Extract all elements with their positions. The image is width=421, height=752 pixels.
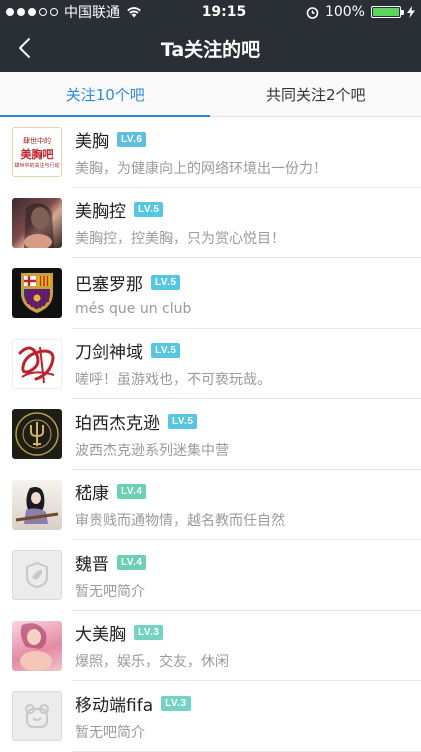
level-badge: LV.4 bbox=[117, 555, 146, 570]
sao-calligraphy-logo-icon bbox=[14, 341, 60, 387]
bar-description: 美胸，为健康向上的网络环境出一份力！ bbox=[75, 158, 327, 178]
top-bar: 中国联通 19:15 100% Ta关注的吧 bbox=[0, 0, 421, 72]
name-row: 珀西杰克逊 LV.5 bbox=[75, 409, 229, 434]
level-badge: LV.6 bbox=[117, 132, 146, 147]
avatar-placeholder bbox=[12, 691, 62, 741]
back-arrow-icon[interactable] bbox=[14, 36, 38, 60]
name-row: 巴塞罗那 LV.5 bbox=[75, 270, 191, 295]
trident-emblem-icon bbox=[13, 410, 61, 458]
list-item-weijin[interactable]: 魏晋 LV.4 暂无吧简介 bbox=[0, 540, 421, 611]
bar-name: 移动端fifa bbox=[75, 691, 153, 716]
item-info: 巴塞罗那 LV.5 més que un club bbox=[75, 270, 191, 317]
list-item-percy-jackson[interactable]: 珀西杰克逊 LV.5 波西杰克逊系列迷集中营 bbox=[0, 399, 421, 470]
level-badge: LV.5 bbox=[151, 343, 180, 358]
level-badge: LV.4 bbox=[117, 484, 146, 499]
status-bar: 中国联通 19:15 100% bbox=[0, 0, 421, 24]
name-row: 大美胸 LV.3 bbox=[75, 620, 229, 645]
list-item-meixiong[interactable]: 肆世中的 美胸吧 肆世中的关注与行动 美胸 LV.6 美胸，为健康向上的网络环境… bbox=[0, 117, 421, 188]
bar-name: 刀剑神域 bbox=[75, 338, 143, 363]
nav-bar: Ta关注的吧 bbox=[0, 24, 421, 72]
avatar-placeholder bbox=[12, 550, 62, 600]
avatar-sao-logo bbox=[12, 339, 62, 389]
bar-description: més que un club bbox=[75, 301, 191, 317]
name-row: 刀剑神域 LV.5 bbox=[75, 338, 271, 363]
name-row: 移动端fifa LV.3 bbox=[75, 691, 191, 716]
alarm-clock-icon bbox=[306, 6, 319, 19]
name-row: 美胸 LV.6 bbox=[75, 127, 327, 152]
bar-name: 大美胸 bbox=[75, 620, 126, 645]
bar-name: 巴塞罗那 bbox=[75, 270, 143, 295]
avatar-jikang bbox=[12, 480, 62, 530]
status-right: 100% bbox=[306, 4, 415, 20]
tab-common-following[interactable]: 共同关注2个吧 bbox=[211, 72, 421, 116]
name-row: 美胸控 LV.5 bbox=[75, 197, 285, 222]
status-left: 中国联通 bbox=[6, 2, 142, 22]
signal-strength-icon bbox=[6, 8, 58, 16]
list-item-jikang[interactable]: 嵇康 LV.4 审贵贱而通物情，越名教而任自然 bbox=[0, 470, 421, 541]
item-info: 刀剑神域 LV.5 嗟呼！虽游戏也，不可亵玩哉。 bbox=[75, 338, 271, 389]
avatar-barca-crest bbox=[12, 268, 62, 318]
avatar-text-main: 美胸吧 bbox=[21, 146, 54, 162]
name-row: 魏晋 LV.4 bbox=[75, 550, 146, 575]
bar-name: 嵇康 bbox=[75, 479, 109, 504]
item-info: 美胸 LV.6 美胸，为健康向上的网络环境出一份力！ bbox=[75, 127, 327, 178]
item-info: 美胸控 LV.5 美胸控，控美胸，只为赏心悦目！ bbox=[75, 197, 285, 248]
status-time: 19:15 bbox=[202, 4, 247, 20]
page-title: Ta关注的吧 bbox=[161, 35, 260, 62]
list-item-barcelona[interactable]: 巴塞罗那 LV.5 més que un club bbox=[0, 258, 421, 329]
list-item-dameixiong[interactable]: 大美胸 LV.3 爆照，娱乐，交友，休闲 bbox=[0, 611, 421, 682]
bar-description: 嗟呼！虽游戏也，不可亵玩哉。 bbox=[75, 369, 271, 389]
bar-list: 肆世中的 美胸吧 肆世中的关注与行动 美胸 LV.6 美胸，为健康向上的网络环境… bbox=[0, 117, 421, 752]
name-row: 嵇康 LV.4 bbox=[75, 479, 285, 504]
item-info: 大美胸 LV.3 爆照，娱乐，交友，休闲 bbox=[75, 620, 229, 671]
list-item-sao[interactable]: 刀剑神域 LV.5 嗟呼！虽游戏也，不可亵玩哉。 bbox=[0, 329, 421, 400]
bar-name: 美胸控 bbox=[75, 197, 126, 222]
carrier-label: 中国联通 bbox=[64, 2, 120, 22]
wifi-icon bbox=[126, 6, 142, 18]
avatar-photo bbox=[12, 621, 62, 671]
avatar-photo bbox=[12, 198, 62, 248]
bar-description: 暂无吧简介 bbox=[75, 722, 191, 742]
avatar-meixiong: 肆世中的 美胸吧 肆世中的关注与行动 bbox=[12, 127, 62, 177]
barca-crest-icon bbox=[17, 271, 57, 315]
tab-bar: 关注10个吧 共同关注2个吧 bbox=[0, 72, 421, 117]
bar-description: 爆照，娱乐，交友，休闲 bbox=[75, 651, 229, 671]
portrait-image-icon bbox=[12, 621, 62, 671]
item-info: 移动端fifa LV.3 暂无吧简介 bbox=[75, 691, 191, 742]
level-badge: LV.5 bbox=[134, 202, 163, 217]
tab-following[interactable]: 关注10个吧 bbox=[0, 72, 211, 116]
bar-name: 美胸 bbox=[75, 127, 109, 152]
guqin-player-illustration-icon bbox=[12, 480, 62, 530]
item-info: 珀西杰克逊 LV.5 波西杰克逊系列迷集中营 bbox=[75, 409, 229, 460]
bar-description: 暂无吧简介 bbox=[75, 581, 146, 601]
portrait-image-icon bbox=[12, 198, 62, 248]
list-item-meixiongkong[interactable]: 美胸控 LV.5 美胸控，控美胸，只为赏心悦目！ bbox=[0, 188, 421, 259]
battery-icon bbox=[371, 6, 401, 18]
avatar-percy-jackson-emblem bbox=[12, 409, 62, 459]
item-info: 魏晋 LV.4 暂无吧简介 bbox=[75, 550, 146, 601]
placeholder-leaf-icon bbox=[23, 561, 51, 589]
placeholder-bear-icon bbox=[22, 701, 52, 731]
list-item-mobile-fifa[interactable]: 移动端fifa LV.3 暂无吧简介 bbox=[0, 681, 421, 752]
level-badge: LV.3 bbox=[161, 696, 190, 711]
item-info: 嵇康 LV.4 审贵贱而通物情，越名教而任自然 bbox=[75, 479, 285, 530]
bar-name: 珀西杰克逊 bbox=[75, 409, 160, 434]
battery-percent: 100% bbox=[325, 4, 365, 20]
bar-description: 美胸控，控美胸，只为赏心悦目！ bbox=[75, 228, 285, 248]
bar-description: 波西杰克逊系列迷集中营 bbox=[75, 440, 229, 460]
level-badge: LV.5 bbox=[151, 275, 180, 290]
bar-name: 魏晋 bbox=[75, 550, 109, 575]
level-badge: LV.5 bbox=[168, 414, 197, 429]
avatar-text-bottom: 肆世中的关注与行动 bbox=[14, 162, 59, 169]
level-badge: LV.3 bbox=[134, 625, 163, 640]
bar-description: 审贵贱而通物情，越名教而任自然 bbox=[75, 510, 285, 530]
charging-bolt-icon bbox=[407, 6, 415, 18]
avatar-text-top: 肆世中的 bbox=[23, 136, 51, 146]
